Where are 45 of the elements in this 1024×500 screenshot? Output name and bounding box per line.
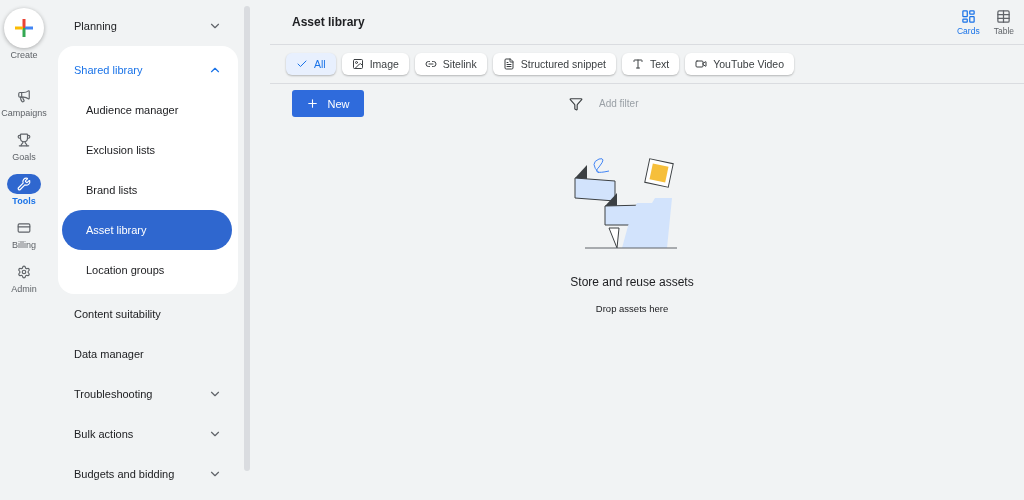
view-toggle[interactable]: Table — [993, 8, 1014, 36]
plus-icon — [306, 97, 320, 110]
filter-chip[interactable]: Structured snippet — [492, 53, 616, 75]
megaphone-icon — [17, 89, 31, 103]
document-icon — [502, 58, 515, 70]
nav-subitem[interactable]: Asset library — [62, 210, 232, 250]
nav-item[interactable]: Troubleshooting — [58, 374, 238, 414]
nav-item[interactable]: Content suitability — [58, 294, 238, 334]
card-icon — [17, 221, 31, 235]
nav-item[interactable]: Shared library — [58, 50, 238, 90]
nav-item[interactable]: Bulk actions — [58, 414, 238, 454]
filter-chip[interactable]: All — [286, 53, 336, 75]
view-toggle[interactable]: Cards — [957, 8, 980, 36]
video-icon — [695, 58, 708, 70]
text-icon — [631, 58, 644, 70]
filter-field[interactable]: Add filter — [597, 97, 721, 110]
image-icon — [351, 58, 364, 70]
nav-item[interactable]: Planning — [58, 6, 238, 46]
tools-icon — [17, 177, 31, 191]
nav-subitem[interactable]: Audience manager — [62, 90, 232, 130]
rail-item[interactable]: Billing — [7, 218, 41, 250]
rail-item[interactable]: Campaigns — [1, 86, 47, 118]
filter-chip[interactable]: Sitelink — [414, 53, 487, 75]
new-button[interactable]: New — [292, 90, 364, 117]
filter-icon — [569, 96, 583, 111]
cards-icon — [960, 8, 976, 24]
page-title: Asset library — [292, 15, 365, 29]
nav-subitem[interactable]: Location groups — [62, 250, 232, 290]
rail-item[interactable]: Admin — [7, 262, 41, 294]
nav-item[interactable]: Data manager — [58, 334, 238, 374]
rail-item[interactable]: Goals — [7, 130, 41, 162]
trophy-icon — [17, 133, 31, 147]
filter-chip[interactable]: Text — [621, 53, 680, 75]
nav-item[interactable]: Budgets and bidding — [58, 454, 238, 494]
nav-subitem[interactable]: Exclusion lists — [62, 130, 232, 170]
check-icon — [296, 58, 308, 70]
filter-chip[interactable]: YouTube Video — [685, 53, 795, 75]
settings-icon — [17, 265, 31, 279]
create-icon — [14, 18, 34, 38]
empty-title: Store and reuse assets — [570, 275, 694, 289]
link-icon — [424, 58, 437, 70]
table-icon — [996, 8, 1012, 24]
filter-chip[interactable]: Image — [341, 53, 409, 75]
empty-subtitle: Drop assets here — [595, 303, 669, 314]
nav-subitem[interactable]: Brand lists — [62, 170, 232, 210]
